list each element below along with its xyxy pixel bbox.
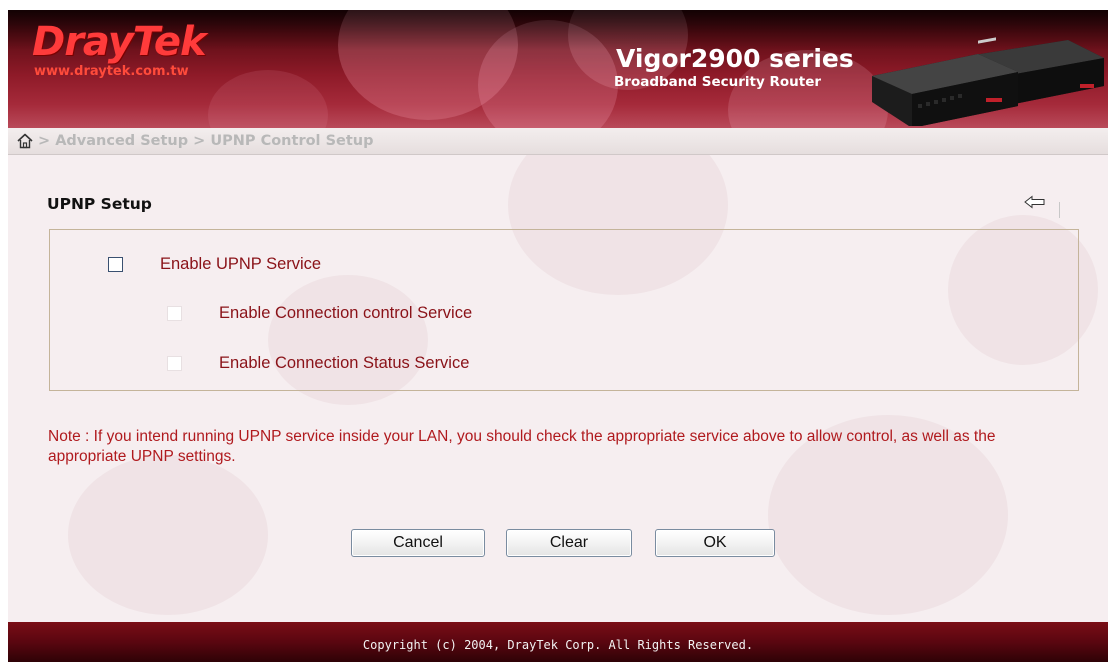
breadcrumb-path: > Advanced Setup > UPNP Control Setup xyxy=(38,133,374,149)
draytek-logo: DrayTek xyxy=(32,19,207,65)
enable-upnp-checkbox[interactable] xyxy=(108,257,123,272)
section-title: UPNP Setup xyxy=(47,195,152,213)
logo-url: www.draytek.com.tw xyxy=(34,64,189,79)
connection-status-label: Enable Connection Status Service xyxy=(219,354,470,372)
product-title: Vigor2900 series xyxy=(616,44,854,73)
connection-status-checkbox[interactable] xyxy=(167,356,182,371)
connection-control-label: Enable Connection control Service xyxy=(219,304,473,322)
option-row-connection-control: Enable Connection control Service xyxy=(167,304,472,323)
product-subtitle: Broadband Security Router xyxy=(614,74,822,90)
divider xyxy=(1059,202,1060,218)
copyright-text: Copyright (c) 2004, DrayTek Corp. All Ri… xyxy=(362,638,754,652)
option-row-connection-status: Enable Connection Status Service xyxy=(167,354,469,373)
header-banner: DrayTek www.draytek.com.tw Vigor2900 ser… xyxy=(8,10,1108,128)
page: DrayTek www.draytek.com.tw Vigor2900 ser… xyxy=(0,0,1117,662)
ok-button[interactable]: OK xyxy=(655,529,775,557)
footer: Copyright (c) 2004, DrayTek Corp. All Ri… xyxy=(8,622,1108,662)
note-text: Note : If you intend running UPNP servic… xyxy=(48,428,996,465)
upnp-settings-box: Enable UPNP Service Enable Connection co… xyxy=(49,229,1079,391)
breadcrumb: > Advanced Setup > UPNP Control Setup xyxy=(8,128,1108,155)
option-row-enable-upnp: Enable UPNP Service xyxy=(108,255,321,274)
cancel-button[interactable]: Cancel xyxy=(351,529,485,557)
enable-upnp-label: Enable UPNP Service xyxy=(160,255,322,273)
home-icon[interactable] xyxy=(16,132,34,150)
router-image xyxy=(872,37,1104,126)
connection-control-checkbox[interactable] xyxy=(167,306,182,321)
back-arrow-icon[interactable] xyxy=(1024,195,1046,209)
clear-button[interactable]: Clear xyxy=(506,529,632,557)
main-content: UPNP Setup Enable UPNP Service Enable Co… xyxy=(8,155,1108,622)
